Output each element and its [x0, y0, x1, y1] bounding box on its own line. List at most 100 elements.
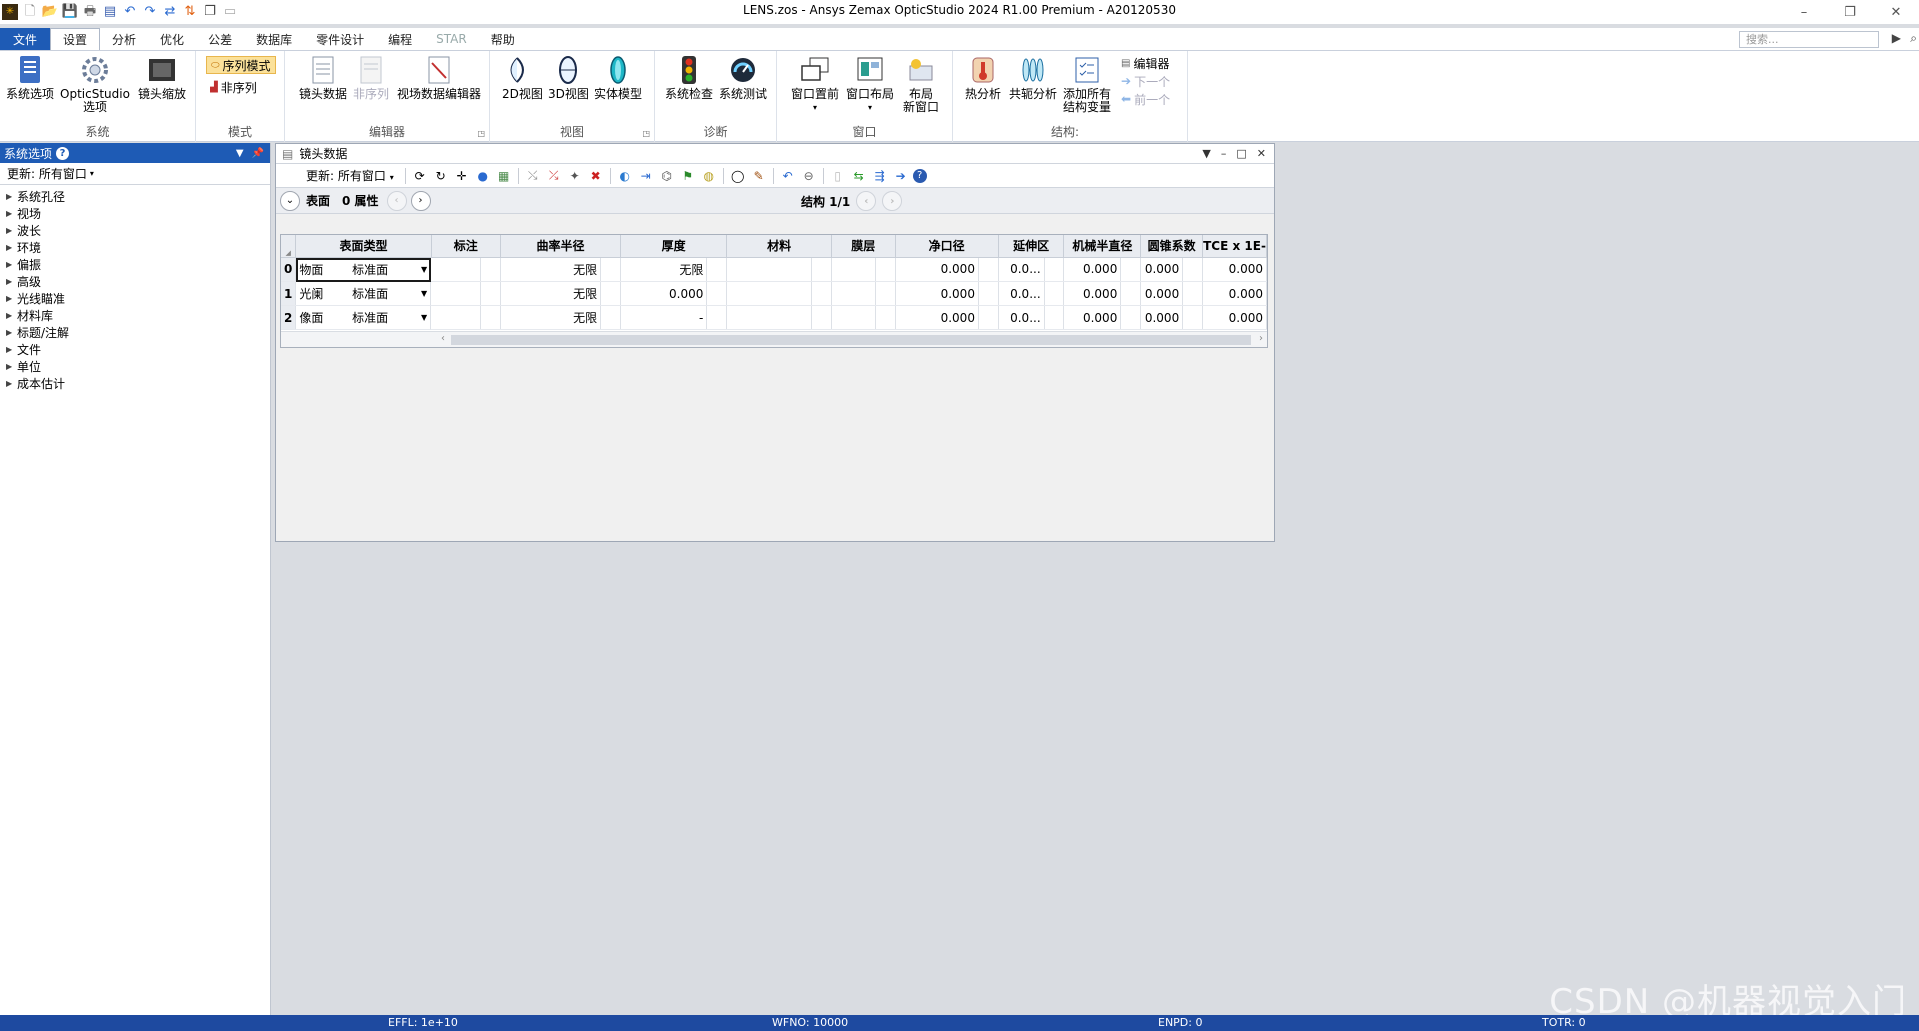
config-editor-button[interactable]: ▤ 编辑器 — [1121, 54, 1169, 72]
tree-item-aperture[interactable]: ▶ 系统孔径 — [0, 188, 270, 205]
material-cell[interactable] — [726, 257, 813, 282]
system-test-button[interactable]: 系统测试 — [719, 55, 767, 101]
tab-programming[interactable]: 编程 — [376, 28, 424, 50]
coating-cell[interactable] — [831, 281, 876, 306]
collapse-chevron-icon[interactable]: ⌄ — [280, 190, 300, 211]
tree-item-files[interactable]: ▶ 文件 — [0, 341, 270, 358]
solve-cell[interactable] — [978, 305, 999, 330]
solve-cell[interactable] — [480, 305, 501, 330]
spectrum-icon[interactable]: ◍ — [700, 167, 718, 185]
thickness-cell[interactable]: - — [620, 305, 708, 330]
wavefront-icon[interactable]: ✦ — [566, 167, 584, 185]
dropdown-arrow-icon[interactable]: ▼ — [417, 289, 427, 298]
clear-semi-diameter-cell[interactable]: 0.000 — [895, 305, 979, 330]
tab-help[interactable]: 帮助 — [479, 28, 527, 50]
column-header[interactable]: 曲率半径 — [500, 235, 622, 258]
save-as-icon[interactable]: ▤ — [102, 4, 118, 20]
column-header[interactable]: 厚度 — [620, 235, 728, 258]
solve-cell[interactable] — [1182, 281, 1204, 306]
tree-item-wavelengths[interactable]: ▶ 波长 — [0, 222, 270, 239]
flag-icon[interactable]: ⚑ — [679, 167, 697, 185]
help-icon[interactable]: ? — [56, 146, 70, 160]
tab-file[interactable]: 文件 — [0, 28, 51, 50]
coating-cell[interactable] — [831, 305, 876, 330]
row-number[interactable]: 2 — [281, 305, 297, 330]
chart-icon[interactable]: ▦ — [495, 167, 513, 185]
radius-cell[interactable]: 无限 — [500, 305, 602, 330]
comment-cell[interactable] — [431, 281, 482, 306]
tab-analyze[interactable]: 分析 — [100, 28, 148, 50]
scroll-right-icon[interactable]: › — [1259, 333, 1263, 344]
solve-cell[interactable] — [600, 257, 621, 282]
tree-item-material-catalogs[interactable]: ▶ 材料库 — [0, 307, 270, 324]
redo-icon[interactable]: ↷ — [142, 4, 158, 20]
system-options-button[interactable]: 系统选项 — [6, 55, 54, 101]
column-header[interactable]: 机械半直径 — [1063, 235, 1142, 258]
solve-cell[interactable] — [1044, 281, 1065, 306]
sequential-mode-button[interactable]: ⬭ 序列模式 — [206, 56, 276, 74]
next-surface-icon[interactable]: › — [410, 190, 431, 211]
3d-view-button[interactable]: 3D视图 — [548, 55, 589, 101]
refresh-all-icon[interactable]: ↻ — [432, 167, 450, 185]
corner-cell[interactable]: ◢ — [281, 235, 297, 258]
refresh-icon[interactable]: ⇄ — [162, 4, 178, 20]
solve-cell[interactable] — [811, 305, 833, 330]
ray-fan-icon[interactable]: ⤰ — [545, 167, 563, 185]
tree-item-ray-aiming[interactable]: ▶ 光线瞄准 — [0, 290, 270, 307]
undo-arrow-icon[interactable]: ↶ — [779, 167, 797, 185]
minimize-icon[interactable]: – — [1221, 147, 1227, 160]
globe-icon[interactable]: ● — [474, 167, 492, 185]
tab-star[interactable]: STAR — [424, 28, 479, 50]
window-menu-arrow-icon[interactable]: ▼ — [1202, 147, 1210, 160]
column-header[interactable]: 净口径 — [895, 235, 999, 258]
sync-icon[interactable]: ⇅ — [182, 4, 198, 20]
field-data-editor-button[interactable]: 视场数据编辑器 — [397, 55, 481, 101]
lens-scale-button[interactable]: 镜头缩放 — [138, 55, 186, 101]
solve-cell[interactable] — [811, 257, 833, 282]
column-header[interactable]: 膜层 — [831, 235, 896, 258]
solid-model-button[interactable]: 实体模型 — [594, 55, 642, 101]
scrollbar-thumb[interactable] — [451, 335, 1251, 345]
save-icon[interactable]: 💾 — [62, 4, 78, 20]
chip-zone-cell[interactable]: 0.0... — [998, 305, 1045, 330]
tab-libraries[interactable]: 数据库 — [244, 28, 304, 50]
mech-semi-diameter-cell[interactable]: 0.000 — [1063, 257, 1122, 282]
toggle-icon[interactable]: ⊖ — [800, 167, 818, 185]
previous-config-button[interactable]: ⬅ 前一个 — [1121, 90, 1170, 108]
tce-cell[interactable]: 0.000 — [1202, 281, 1267, 306]
tab-optimize[interactable]: 优化 — [148, 28, 196, 50]
2d-view-button[interactable]: 2D视图 — [502, 55, 543, 101]
swap-icon[interactable]: ⇆ — [850, 167, 868, 185]
solve-cell[interactable] — [480, 257, 501, 282]
opticstudio-options-button[interactable]: OpticStudio 选项 — [60, 55, 130, 114]
crosshair-icon[interactable]: ✛ — [453, 167, 471, 185]
dialog-launcher-icon[interactable]: ◳ — [477, 129, 485, 138]
window-menu-icon[interactable]: ❐ — [202, 4, 218, 20]
lens-element-icon[interactable]: ◐ — [616, 167, 634, 185]
tce-cell[interactable]: 0.000 — [1202, 305, 1267, 330]
chip-zone-cell[interactable]: 0.0... — [998, 257, 1045, 282]
tab-tolerance[interactable]: 公差 — [196, 28, 244, 50]
clear-semi-diameter-cell[interactable]: 0.000 — [895, 281, 979, 306]
pin-icon[interactable]: 📌 — [252, 148, 264, 159]
row-number[interactable]: 0 — [281, 257, 297, 282]
bring-windows-front-button[interactable]: 窗口置前 ▾ — [791, 55, 839, 114]
print-icon[interactable]: 🖶 — [82, 4, 98, 20]
solve-cell[interactable] — [1044, 305, 1065, 330]
row-number[interactable]: 1 — [281, 281, 297, 306]
solve-cell[interactable] — [480, 281, 501, 306]
tree-item-fields[interactable]: ▶ 视场 — [0, 205, 270, 222]
column-header[interactable]: TCE x 1E- — [1202, 235, 1267, 258]
help-icon[interactable]: ? — [912, 168, 927, 183]
mech-semi-diameter-cell[interactable]: 0.000 — [1063, 281, 1122, 306]
layout-new-window-button[interactable]: 布局 新窗口 — [903, 55, 939, 114]
pencil-icon[interactable]: ✎ — [750, 167, 768, 185]
forward-arrow-icon[interactable]: ➔ — [892, 167, 910, 185]
material-cell[interactable] — [726, 281, 813, 306]
tree-item-advanced[interactable]: ▶ 高级 — [0, 273, 270, 290]
radius-cell[interactable]: 无限 — [500, 281, 602, 306]
thickness-cell[interactable]: 0.000 — [620, 281, 708, 306]
chip-zone-cell[interactable]: 0.0... — [998, 281, 1045, 306]
clear-semi-diameter-cell[interactable]: 0.000 — [895, 257, 979, 282]
conic-cell[interactable]: 0.000 — [1140, 305, 1184, 330]
